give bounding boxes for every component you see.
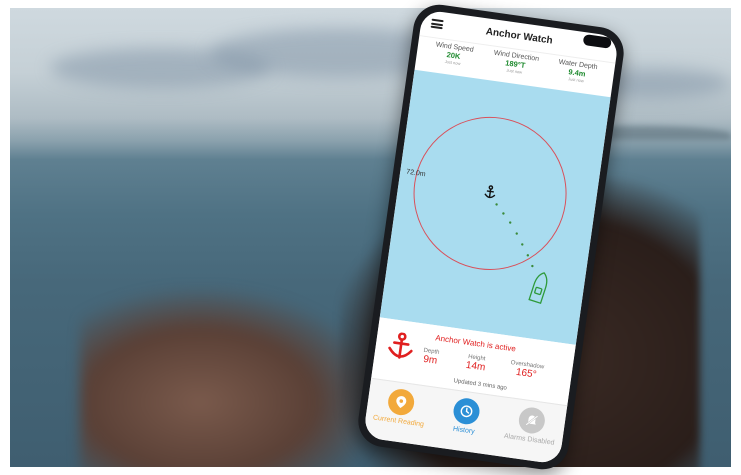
status-title: Anchor Watch is active bbox=[434, 333, 517, 354]
track-dots bbox=[495, 203, 534, 268]
anchor-icon bbox=[484, 185, 496, 199]
nav-label: Current Reading bbox=[372, 414, 425, 429]
photo-frame: Anchor Watch Wind Speed 20K Just now Win… bbox=[0, 0, 741, 475]
anchor-map[interactable]: 72.0m bbox=[379, 69, 611, 345]
alarm-off-icon bbox=[517, 405, 547, 436]
metric-height: Height 14m bbox=[465, 354, 486, 374]
metric-overshadow: Overshadow 165° bbox=[510, 359, 545, 381]
menu-icon[interactable] bbox=[430, 18, 444, 30]
nav-label: Alarms Disabled bbox=[503, 432, 555, 447]
anchor-alert-icon bbox=[388, 332, 413, 359]
boat-icon bbox=[528, 272, 548, 305]
feet-photo bbox=[80, 288, 380, 467]
nav-alarms-disabled[interactable]: Alarms Disabled bbox=[496, 403, 566, 448]
radius-label: 72.0m bbox=[406, 169, 426, 179]
nav-label: History bbox=[452, 425, 476, 436]
clock-icon bbox=[451, 396, 482, 426]
app-title: Anchor Watch bbox=[485, 25, 554, 47]
nav-history[interactable]: History bbox=[431, 394, 501, 439]
nav-current-reading[interactable]: Current Reading bbox=[366, 385, 436, 430]
location-icon bbox=[386, 387, 416, 417]
metric-depth: Depth 9m bbox=[422, 347, 440, 367]
